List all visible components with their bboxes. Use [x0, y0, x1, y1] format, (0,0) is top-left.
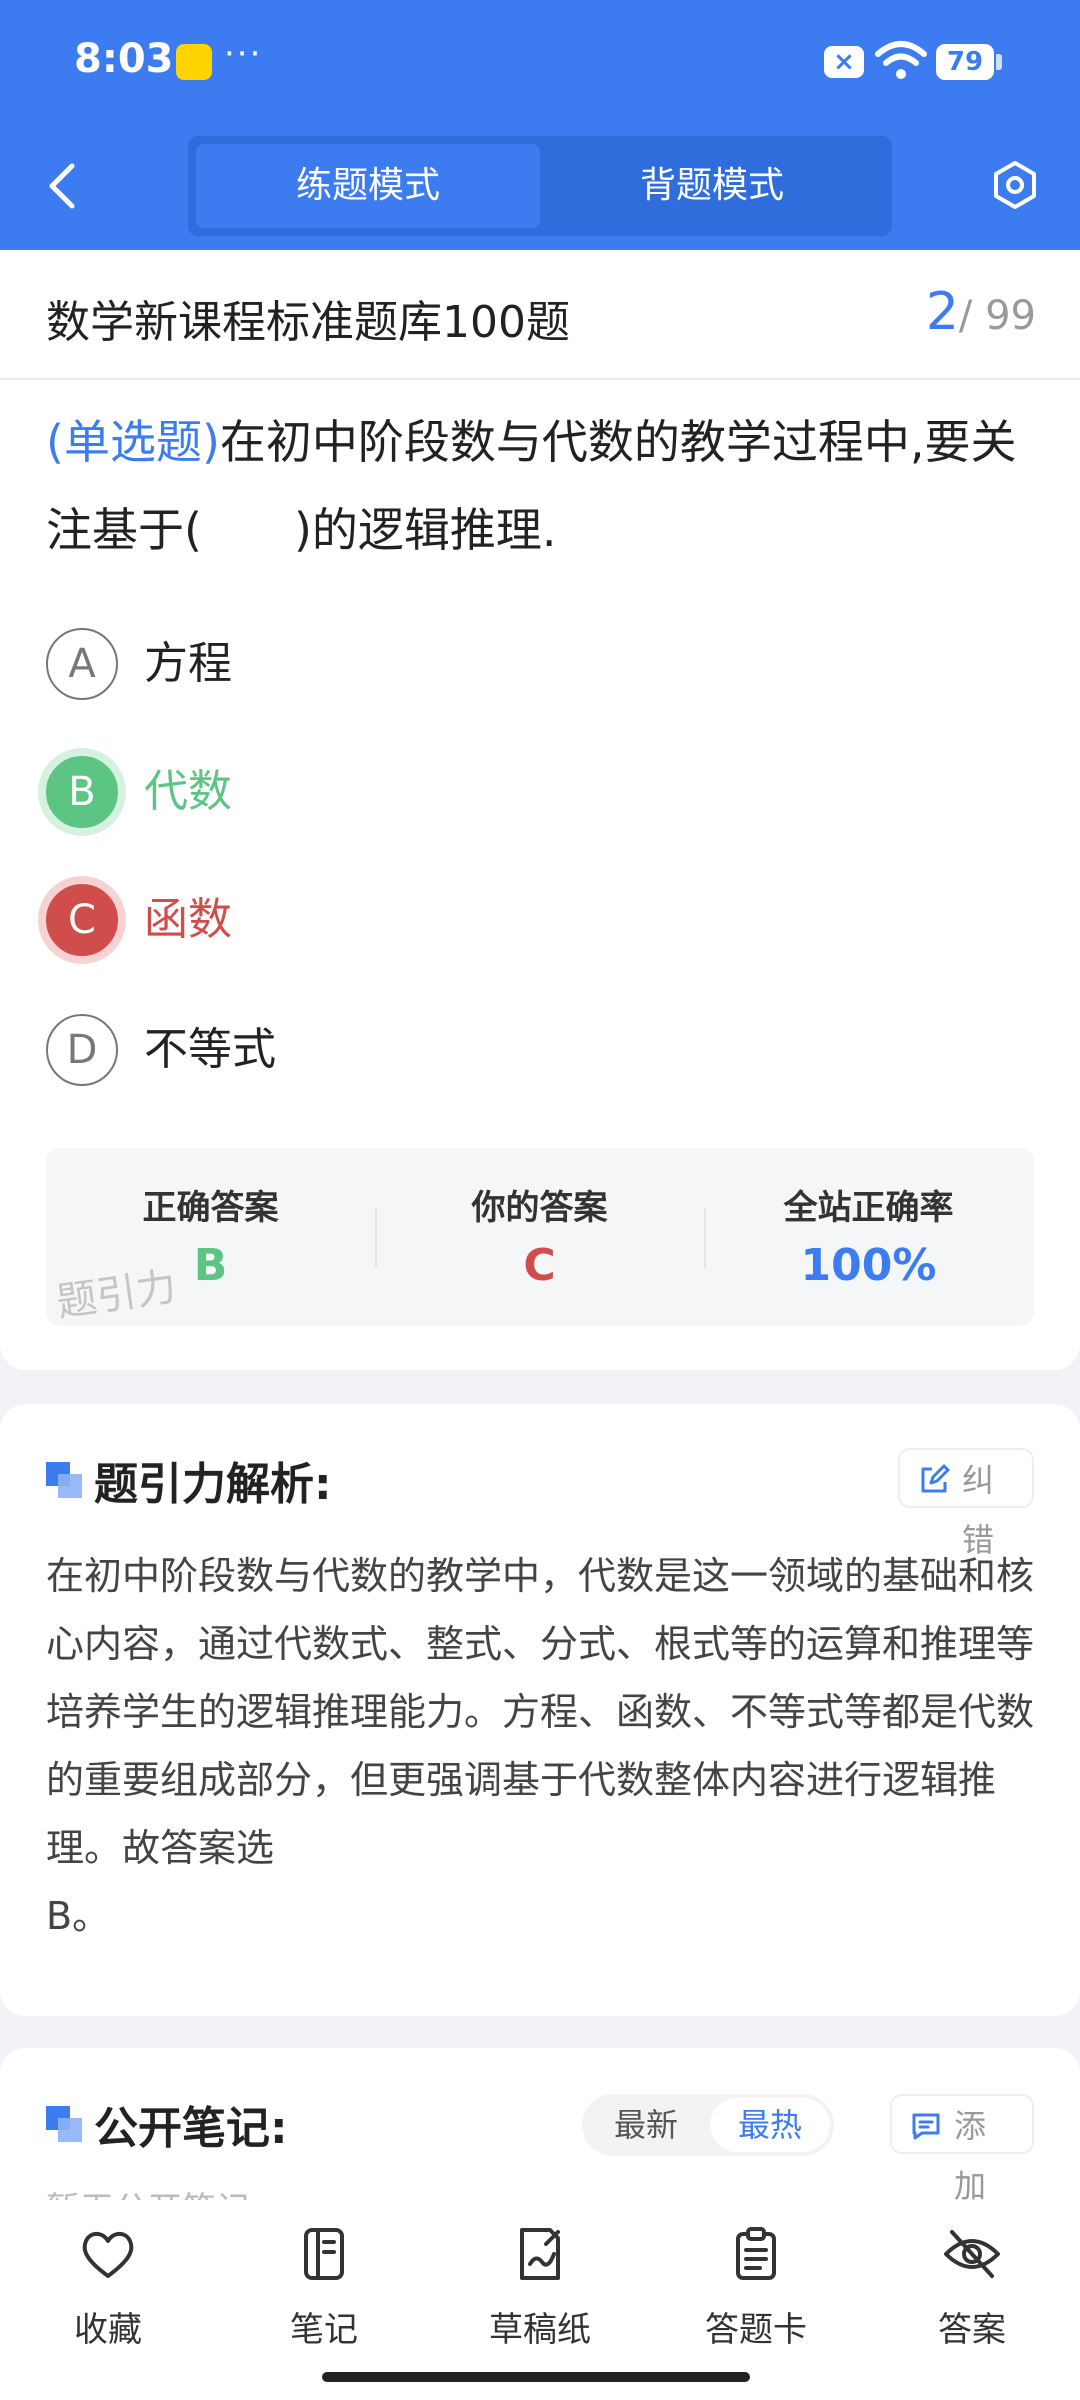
no-sim-icon: × [824, 46, 864, 78]
analysis-answer: B。 [46, 1894, 111, 1938]
heart-icon [82, 2231, 134, 2278]
nav-answer-sheet[interactable]: 答题卡 [676, 2224, 836, 2364]
section-icon [46, 1462, 82, 1498]
notes-sort-toggle: 最新 最热 [582, 2094, 834, 2156]
nav-draft[interactable]: 草稿纸 [460, 2224, 620, 2364]
app-notification-icon [176, 44, 212, 80]
bank-title: 数学新课程标准题库100题 [46, 297, 570, 348]
nav-notes-label: 笔记 [290, 2310, 358, 2350]
section-icon [46, 2106, 82, 2142]
top-bar: 8:03 ··· × 79 练题模式 背题模式 [0, 0, 1080, 250]
draft-icon [520, 2228, 560, 2280]
nav-draft-label: 草稿纸 [489, 2310, 591, 2350]
site-accuracy-label: 全站正确率 [783, 1188, 954, 1228]
nav-favorite-label: 收藏 [74, 2310, 142, 2350]
add-note-button[interactable]: 添加 [890, 2094, 1034, 2205]
divider [0, 378, 1080, 380]
status-bar: 8:03 ··· × 79 [0, 0, 1080, 125]
edit-icon [921, 1464, 950, 1493]
option-b-letter: B [46, 756, 118, 828]
battery-icon: 79 [936, 44, 994, 80]
report-error-button[interactable]: 纠错 [898, 1448, 1034, 1559]
tab-memorize-mode[interactable]: 背题模式 [540, 144, 884, 228]
sort-latest[interactable]: 最新 [586, 2098, 706, 2152]
nav-notes[interactable]: 笔记 [244, 2224, 404, 2364]
option-a-letter: A [46, 628, 118, 700]
your-answer: 你的答案 C [375, 1148, 704, 1326]
site-accuracy: 全站正确率 100% [704, 1148, 1033, 1326]
nav-answer-sheet-label: 答题卡 [705, 2310, 807, 2350]
option-c-letter: C [46, 884, 118, 956]
nav-answer[interactable]: 答案 [892, 2224, 1052, 2364]
nav-answer-label: 答案 [938, 2310, 1006, 2350]
status-time: 8:03 [74, 36, 174, 82]
more-notifications-icon: ··· [224, 34, 263, 74]
home-indicator[interactable] [322, 2372, 750, 2382]
back-icon[interactable] [40, 158, 84, 214]
sort-hottest[interactable]: 最热 [710, 2098, 830, 2152]
wifi-icon [875, 41, 927, 79]
comment-icon [912, 2113, 940, 2140]
your-answer-value: C [523, 1240, 556, 1291]
mode-switch: 练题模式 背题模式 [188, 136, 892, 236]
current-question-number: 2 [925, 282, 959, 342]
notebook-icon [304, 2228, 344, 2280]
correct-answer-label: 正确答案 [142, 1188, 279, 1228]
option-d-letter: D [46, 1014, 118, 1086]
tab-practice-mode[interactable]: 练题模式 [196, 144, 540, 228]
analysis-body: 在初中阶段数与代数的教学中，代数是这一领域的基础和核心内容，通过代数式、整式、分… [46, 1554, 1035, 1870]
answer-sheet-icon [736, 2227, 776, 2280]
settings-icon[interactable] [990, 160, 1040, 210]
nav-favorite[interactable]: 收藏 [28, 2224, 188, 2364]
question-text: (单选题)在初中阶段数与代数的教学过程中,要关注基于( )的逻辑推理. [46, 398, 1046, 574]
option-a-text: 方程 [144, 638, 232, 689]
eye-off-icon [944, 2230, 1000, 2278]
analysis-text: 在初中阶段数与代数的教学中，代数是这一领域的基础和核心内容，通过代数式、整式、分… [46, 1542, 1042, 1950]
question-counter: 2/ 99 [926, 282, 1036, 342]
answer-result-panel: 正确答案 B 你的答案 C 全站正确率 100% [46, 1148, 1034, 1326]
total-questions: / 99 [958, 293, 1036, 339]
question-type: (单选题) [46, 415, 220, 469]
option-c-text: 函数 [144, 894, 232, 945]
option-d-text: 不等式 [144, 1024, 276, 1075]
analysis-title: 题引力解析: [94, 1459, 332, 1510]
bottom-nav: 收藏 笔记 草稿纸 答题卡 答案 [0, 2200, 1080, 2400]
site-accuracy-value: 100% [800, 1240, 937, 1291]
battery-tip [996, 54, 1002, 70]
option-b-text: 代数 [144, 766, 232, 817]
notes-title: 公开笔记: [94, 2103, 288, 2154]
your-answer-label: 你的答案 [471, 1188, 608, 1228]
